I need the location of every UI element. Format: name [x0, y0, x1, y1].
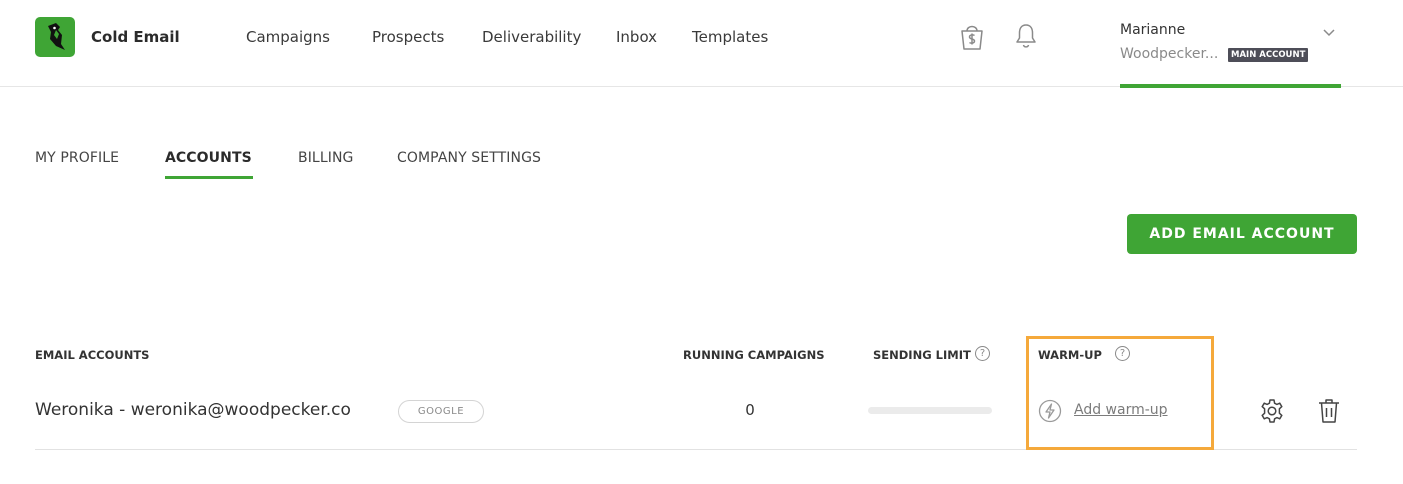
bell-icon[interactable]: [1014, 22, 1038, 54]
lightning-bolt-icon: [1038, 399, 1062, 427]
user-name[interactable]: Marianne: [1120, 22, 1185, 38]
email-account-name[interactable]: Weronika - weronika@woodpecker.co: [35, 400, 351, 420]
woodpecker-logo-icon[interactable]: [35, 17, 75, 57]
nav-deliverability[interactable]: Deliverability: [482, 28, 581, 46]
chevron-down-icon[interactable]: [1322, 22, 1336, 41]
row-divider: [35, 449, 1357, 450]
header-email-accounts: EMAIL ACCOUNTS: [35, 348, 150, 362]
tab-accounts[interactable]: ACCOUNTS: [165, 150, 252, 166]
add-warm-up-link[interactable]: Add warm-up: [1074, 402, 1168, 418]
sending-limit-bar: [868, 407, 992, 414]
header-running-campaigns: RUNNING CAMPAIGNS: [683, 348, 825, 362]
active-tab-indicator: [165, 176, 253, 179]
tab-company-settings[interactable]: COMPANY SETTINGS: [397, 150, 541, 166]
tab-billing[interactable]: BILLING: [298, 150, 353, 166]
running-campaigns-count: 0: [745, 401, 755, 419]
nav-inbox[interactable]: Inbox: [616, 28, 657, 46]
shopping-bag-dollar-icon[interactable]: [958, 22, 986, 56]
gear-icon[interactable]: [1258, 397, 1286, 429]
nav-campaigns[interactable]: Campaigns: [246, 28, 330, 46]
user-menu-active-indicator: [1120, 84, 1341, 88]
warm-up-help-icon[interactable]: ?: [1115, 346, 1130, 361]
provider-badge: GOOGLE: [398, 400, 484, 423]
user-organization[interactable]: Woodpecker...: [1120, 46, 1220, 62]
sending-limit-help-icon[interactable]: ?: [975, 346, 990, 361]
brand-name: Cold Email: [91, 28, 180, 46]
trash-icon[interactable]: [1316, 397, 1342, 429]
main-account-badge: MAIN ACCOUNT: [1228, 48, 1309, 62]
tab-my-profile[interactable]: MY PROFILE: [35, 150, 119, 166]
nav-prospects[interactable]: Prospects: [372, 28, 444, 46]
header-warm-up: WARM-UP: [1038, 348, 1102, 362]
top-header: Cold Email Campaigns Prospects Deliverab…: [0, 0, 1403, 88]
header-sending-limit: SENDING LIMIT: [873, 348, 971, 362]
add-email-account-button[interactable]: ADD EMAIL ACCOUNT: [1127, 214, 1357, 254]
nav-templates[interactable]: Templates: [692, 28, 768, 46]
